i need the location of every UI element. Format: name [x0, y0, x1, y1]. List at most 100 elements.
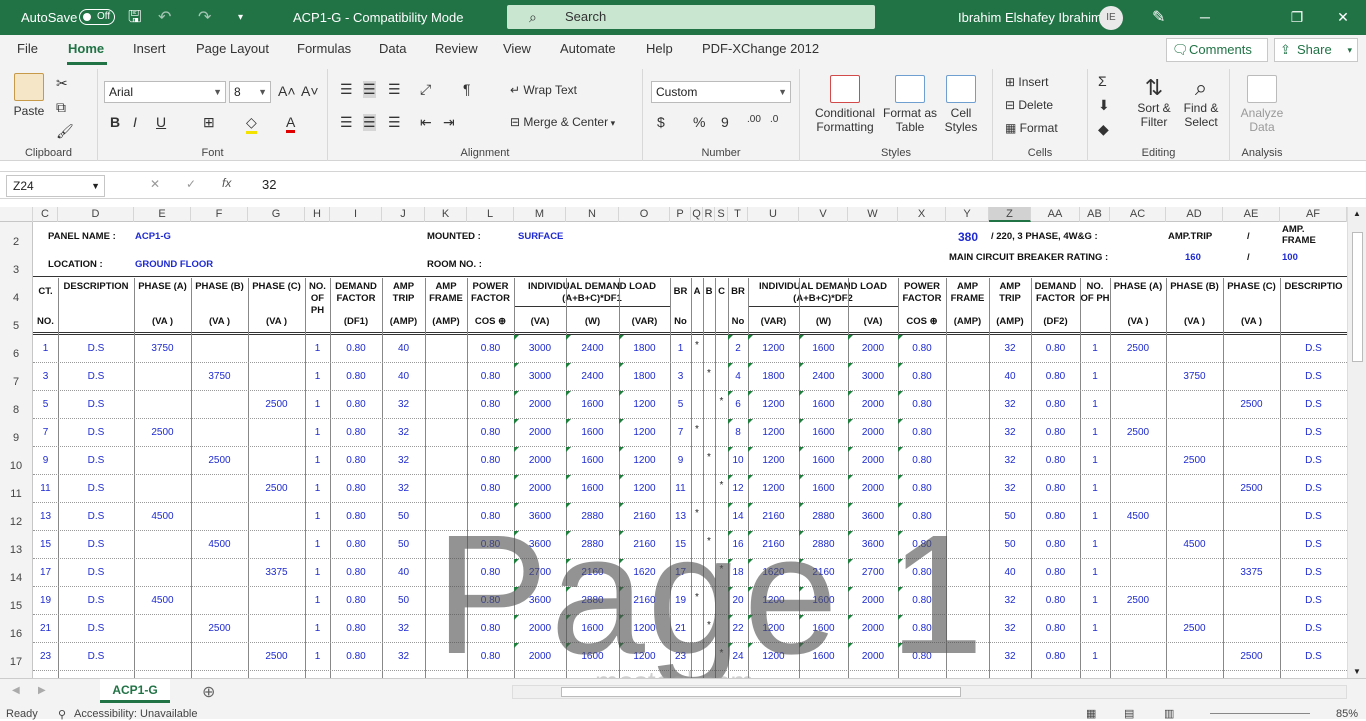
copy-icon[interactable]: ⧉ [56, 99, 66, 116]
sort-filter-button[interactable]: ⇅ Sort & Filter [1134, 75, 1174, 129]
top-align-icon[interactable]: ☰ [340, 81, 353, 98]
comments-button[interactable]: 🗨 Comments [1166, 38, 1268, 62]
zoom-slider[interactable] [1210, 713, 1310, 714]
tab-help[interactable]: Help [646, 41, 673, 56]
currency-icon[interactable]: $ [657, 114, 665, 130]
tab-automate[interactable]: Automate [560, 41, 616, 56]
merge-center-button[interactable]: ⊟ Merge & Center ▾ [510, 115, 615, 129]
middle-align-icon[interactable]: ☰ [363, 81, 376, 98]
fill-icon[interactable]: ⬇ [1098, 97, 1110, 114]
font-name-select[interactable]: Arial ▼ [104, 81, 226, 103]
conditional-formatting-button[interactable]: Conditional Formatting [812, 75, 878, 134]
borders-icon[interactable]: ⊞ [203, 114, 215, 131]
analyze-data-button[interactable]: Analyze Data [1240, 75, 1284, 134]
column-header-v[interactable]: V [799, 207, 848, 222]
column-header-y[interactable]: Y [946, 207, 989, 222]
column-header-x[interactable]: X [898, 207, 946, 222]
tab-home[interactable]: Home [68, 41, 104, 56]
minimize-icon[interactable]: ─ [1182, 0, 1228, 35]
increase-decimal-icon[interactable]: .00 [747, 114, 761, 125]
tab-view[interactable]: View [503, 41, 531, 56]
tab-data[interactable]: Data [379, 41, 406, 56]
scroll-down-icon[interactable]: ▼ [1353, 667, 1361, 676]
fill-color-icon[interactable]: ◇ [246, 114, 257, 134]
column-header-r[interactable]: R [703, 207, 715, 222]
tab-file[interactable]: File [17, 41, 38, 56]
bold-icon[interactable]: B [110, 114, 120, 130]
align-right-icon[interactable]: ☰ [388, 114, 401, 131]
decrease-font-icon[interactable]: A˅ [301, 83, 319, 99]
vertical-scroll-thumb[interactable] [1352, 232, 1363, 362]
column-header-g[interactable]: G [248, 207, 305, 222]
column-header-d[interactable]: D [58, 207, 134, 222]
clear-icon[interactable]: ◆ [1098, 121, 1109, 138]
comma-icon[interactable]: 9 [721, 114, 729, 130]
save-icon[interactable]: 🖫 [128, 0, 142, 35]
column-header-h[interactable]: H [305, 207, 330, 222]
column-header-c[interactable]: C [33, 207, 58, 222]
row-header-7[interactable]: 7 [0, 376, 32, 388]
horizontal-scroll-thumb[interactable] [561, 687, 961, 697]
formula-input[interactable]: 32 [262, 175, 276, 197]
tab-insert[interactable]: Insert [133, 41, 166, 56]
sheet-tab-acp1-g[interactable]: ACP1-G [100, 679, 170, 703]
next-sheet-icon[interactable]: ▶ [38, 685, 46, 696]
row-header-13[interactable]: 13 [0, 544, 32, 556]
row-header-5[interactable]: 5 [0, 320, 32, 332]
row-header-4[interactable]: 4 [0, 292, 32, 304]
spreadsheet-grid[interactable]: PANEL NAME : ACP1-G MOUNTED : SURFACE 380 / 2… [33, 222, 1347, 678]
tab-review[interactable]: Review [435, 41, 478, 56]
row-header-10[interactable]: 10 [0, 460, 32, 472]
column-header-p[interactable]: P [670, 207, 691, 222]
percent-icon[interactable]: % [693, 114, 705, 130]
column-header-f[interactable]: F [191, 207, 248, 222]
row-header-16[interactable]: 16 [0, 628, 32, 640]
horizontal-scrollbar[interactable] [512, 685, 1347, 699]
name-box[interactable]: Z24 ▼ [6, 175, 105, 197]
search-box[interactable]: ⌕ Search [507, 5, 875, 29]
column-header-ab[interactable]: AB [1080, 207, 1110, 222]
column-header-m[interactable]: M [514, 207, 566, 222]
paste-button[interactable]: Paste [10, 73, 48, 118]
pen-icon[interactable]: ✎ [1152, 0, 1165, 35]
autosave-toggle[interactable]: Off [79, 9, 115, 25]
rtl-icon[interactable]: ¶ [463, 81, 471, 97]
column-header-e[interactable]: E [134, 207, 191, 222]
insert-cells-button[interactable]: ⊞ Insert [1005, 75, 1048, 89]
format-cells-button[interactable]: ▦ Format [1005, 121, 1058, 135]
row-header-3[interactable]: 3 [0, 264, 32, 276]
page-break-view-icon[interactable]: ▥ [1164, 707, 1174, 720]
customize-qat-icon[interactable]: ▾ [238, 0, 243, 35]
tab-page-layout[interactable]: Page Layout [196, 41, 269, 56]
add-sheet-icon[interactable]: ⊕ [202, 682, 215, 702]
row-header-9[interactable]: 9 [0, 432, 32, 444]
restore-icon[interactable]: ❐ [1274, 0, 1320, 35]
enter-icon[interactable]: ✓ [186, 177, 196, 191]
column-header-o[interactable]: O [619, 207, 670, 222]
format-painter-icon[interactable]: 🖌 [56, 123, 74, 140]
orientation-icon[interactable]: ⤢ [420, 81, 431, 98]
font-size-select[interactable]: 8 ▼ [229, 81, 271, 103]
row-header-2[interactable]: 2 [0, 236, 32, 248]
row-header-15[interactable]: 15 [0, 600, 32, 612]
tab-pdf-xchange[interactable]: PDF-XChange 2012 [702, 41, 819, 56]
row-header-6[interactable]: 6 [0, 348, 32, 360]
tab-formulas[interactable]: Formulas [297, 41, 351, 56]
align-left-icon[interactable]: ☰ [340, 114, 353, 131]
accessibility-status[interactable]: Accessibility: Unavailable [74, 708, 198, 720]
find-select-button[interactable]: ⌕ Find & Select [1180, 75, 1222, 129]
row-header-14[interactable]: 14 [0, 572, 32, 584]
column-header-l[interactable]: L [467, 207, 514, 222]
wrap-text-button[interactable]: ↵ Wrap Text [510, 83, 577, 97]
increase-font-icon[interactable]: A˄ [278, 83, 296, 99]
format-as-table-button[interactable]: Format as Table [882, 75, 938, 134]
cancel-icon[interactable]: ✕ [150, 177, 160, 191]
number-format-select[interactable]: Custom ▼ [651, 81, 791, 103]
underline-icon[interactable]: U [156, 114, 166, 130]
column-header-k[interactable]: K [425, 207, 467, 222]
select-all-corner[interactable] [0, 207, 33, 222]
delete-cells-button[interactable]: ⊟ Delete [1005, 98, 1053, 112]
column-header-q[interactable]: Q [691, 207, 703, 222]
column-header-u[interactable]: U [748, 207, 799, 222]
row-header-8[interactable]: 8 [0, 404, 32, 416]
